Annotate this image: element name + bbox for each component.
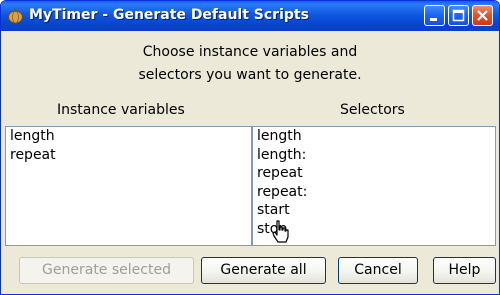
list-item-repeat[interactable]: repeat xyxy=(6,146,251,165)
list-item-length-setter[interactable]: length: xyxy=(253,146,495,165)
pumpkin-icon xyxy=(8,8,23,24)
minimize-icon xyxy=(430,18,437,21)
maximize-icon xyxy=(452,9,465,22)
list-item-repeat-getter[interactable]: repeat xyxy=(253,164,495,183)
window-title: MyTimer - Generate Default Scripts xyxy=(29,7,309,23)
title-bar[interactable]: MyTimer - Generate Default Scripts xyxy=(1,1,499,31)
selectors-header: Selectors xyxy=(340,102,405,118)
instance-variables-header: Instance variables xyxy=(57,102,185,118)
close-icon xyxy=(477,10,488,21)
help-button[interactable]: Help xyxy=(433,257,496,284)
list-item-length[interactable]: length xyxy=(6,127,251,146)
instructions-line-1: Choose instance variables and xyxy=(142,44,358,60)
list-item-length-getter[interactable]: length xyxy=(253,127,495,146)
instructions-text: Choose instance variables and selectors … xyxy=(1,41,499,87)
generate-all-button[interactable]: Generate all xyxy=(201,257,326,284)
instructions-line-2: selectors you want to generate. xyxy=(138,67,362,83)
generate-selected-button[interactable]: Generate selected xyxy=(19,257,194,284)
close-button[interactable] xyxy=(472,5,493,26)
list-item-repeat-setter[interactable]: repeat: xyxy=(253,183,495,202)
minimize-button[interactable] xyxy=(424,5,445,26)
cancel-button[interactable]: Cancel xyxy=(338,257,418,284)
maximize-button[interactable] xyxy=(448,5,469,26)
list-item-start[interactable]: start xyxy=(253,201,495,220)
dialog-window: MyTimer - Generate Default Scripts Choos… xyxy=(0,0,500,295)
hand-pointer-icon xyxy=(272,220,289,243)
instance-variables-list[interactable]: length repeat xyxy=(5,126,252,246)
